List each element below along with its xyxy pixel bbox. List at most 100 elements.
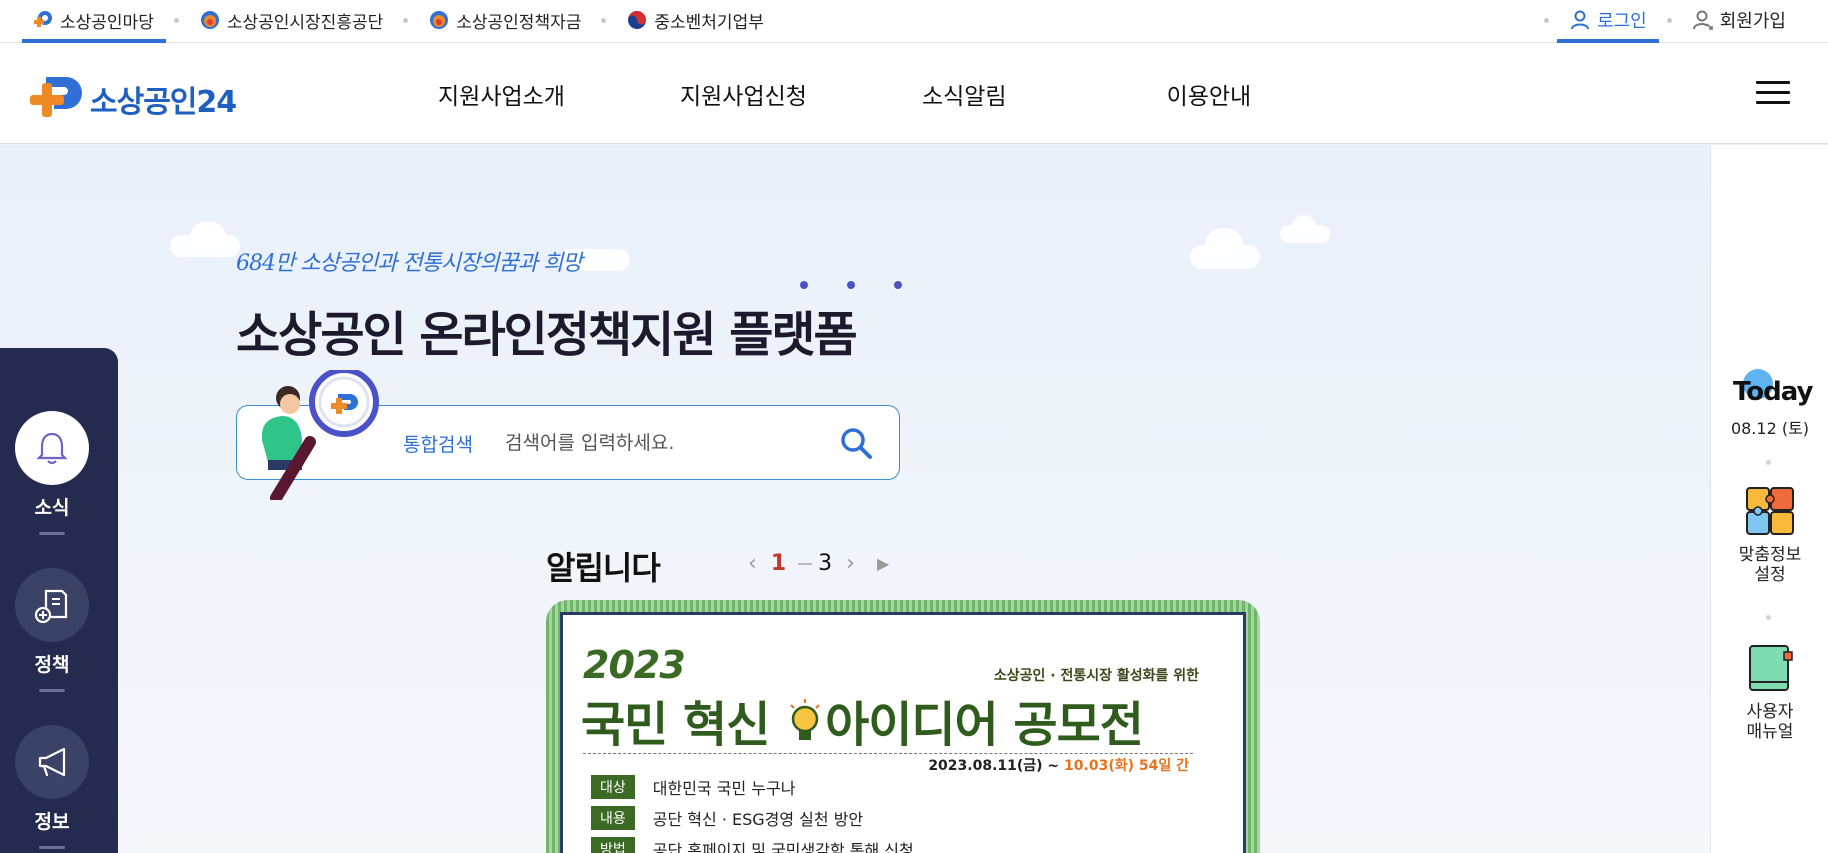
banner-detail-value: 대한민국 국민 누구나 [652,779,796,798]
banner-detail-row: 내용 공단 혁신 · ESG경영 실천 방안 [591,806,914,830]
chevron-right-icon[interactable]: › [846,551,855,576]
separator-dot [1766,460,1771,465]
user-icon [1571,10,1590,30]
right-quick-sidebar: Today 08.12 (토) 맞춤정보 설정 사용자 매뉴얼 [1710,145,1828,853]
label-line: 맞춤정보 [1738,545,1802,565]
korea-emblem-icon [628,11,647,29]
sosang-logo-icon [34,11,52,27]
separator-dot [601,18,607,23]
hero-title-light: 소상공인 [236,307,420,363]
user-manual[interactable]: 사용자 매뉴얼 [1711,642,1828,742]
cloud-decoration [190,221,226,251]
login-label: 로그인 [1597,11,1647,32]
logo-text: 소상공인24 [90,85,237,120]
site-header: 소상공인24 지원사업소개 지원사업신청 소식알림 이용안내 [0,43,1828,144]
link-semas[interactable]: 소상공인시장진흥공단 [187,0,395,40]
quick-divider [39,689,65,692]
semas-logo-icon [200,11,219,29]
nav-news[interactable]: 소식알림 [922,77,1007,111]
custom-info-settings[interactable]: 맞춤정보 설정 [1711,485,1828,585]
link-policy-fund[interactable]: 소상공인정책자금 [416,0,593,40]
banner-detail-value: 공단 혁신 · ESG경영 실천 방안 [652,810,864,829]
semas-logo-icon [430,11,449,29]
today-text: Today [1733,377,1813,407]
banner-title: 국민 혁신 아이디어 공모전 [581,685,1144,755]
banner-detail-list: 대상 대한민국 국민 누구나 내용 공단 혁신 · ESG경영 실천 방안 방법… [591,775,914,853]
hero-title-bold: 온라인정책지원 플랫폼 [419,307,857,363]
puzzle-icon [1746,487,1794,535]
link-label: 소상공인시장진흥공단 [226,12,384,33]
site-logo[interactable]: 소상공인24 [24,73,237,125]
quick-divider [39,846,65,849]
user-manual-label: 사용자 매뉴얼 [1711,702,1828,742]
notice-banner[interactable]: 2023 소상공인 · 전통시장 활성화를 위한 국민 혁신 아이디어 공모전 … [546,600,1260,853]
banner-title-part2: 아이디어 공모전 [825,697,1144,753]
banner-subtitle: 소상공인 · 전통시장 활성화를 위한 [993,668,1199,684]
play-icon[interactable]: ▶ [877,554,889,573]
custom-info-label: 맞춤정보 설정 [1711,545,1828,585]
link-sosang-madang[interactable]: 소상공인마당 [22,0,166,43]
quick-policy-circle [15,568,89,642]
quick-policy[interactable]: 정책 [0,568,104,692]
decorative-dots [800,281,941,289]
separator-dot [1666,18,1672,23]
current-page: 1 [770,551,787,576]
hero-title: 소상공인 온라인정책지원 플랫폼 [236,295,858,365]
quick-news-circle [15,411,89,485]
quick-info[interactable]: 정보 [0,725,104,849]
hero-slogan: 684만 소상공인과 전통시장의꿈과 희망 [236,251,583,276]
banner-detail-row: 방법 공단 홈페이지 및 국민생각함 통해 신청 [591,837,914,853]
banner-date-end: 10.03(화) 54일 간 [1064,758,1189,774]
nav-support-apply[interactable]: 지원사업신청 [680,77,807,111]
separator-dot [173,18,179,23]
quick-info-circle [15,725,89,799]
nav-support-intro[interactable]: 지원사업소개 [438,77,565,111]
label-line: 설정 [1754,565,1786,585]
lightbulb-icon [790,699,820,740]
banner-detail-row: 대상 대한민국 국민 누구나 [591,775,914,799]
left-quick-sidebar: 소식 정책 정보 [0,348,118,853]
signup-link[interactable]: 회원가입 [1680,0,1798,40]
search-category-label[interactable]: 통합검색 [403,430,473,457]
label-line: 사용자 [1746,702,1794,722]
label-line: 매뉴얼 [1746,722,1794,742]
banner-period: 2023.08.11(금) ~ 10.03(화) 54일 간 [928,755,1189,775]
quick-news[interactable]: 소식 [0,411,104,535]
page-divider [798,562,813,565]
quick-info-label: 정보 [34,811,70,833]
utility-bar: 소상공인마당 소상공인시장진흥공단 소상공인정책자금 중소벤처기업부 로그인 회… [0,0,1828,43]
banner-detail-value: 공단 홈페이지 및 국민생각함 통해 신청 [652,841,914,853]
banner-detail-tag: 방법 [591,837,635,853]
banner-date-start: 2023.08.11(금) ~ [928,758,1065,774]
link-mss[interactable]: 중소벤처기업부 [614,0,775,40]
total-pages: 3 [818,551,833,576]
link-label: 소상공인정책자금 [456,12,582,33]
separator-dot [1766,615,1771,620]
quick-divider [39,532,65,535]
banner-divider [583,753,1193,754]
mascot-magnifier-illustration [261,370,379,500]
banner-detail-tag: 대상 [591,775,635,799]
family-site-links: 소상공인마당 소상공인시장진흥공단 소상공인정책자금 중소벤처기업부 [22,0,776,43]
signup-label: 회원가입 [1719,11,1786,32]
chevron-left-icon[interactable]: ‹ [748,551,757,576]
search-icon[interactable] [837,424,875,462]
notice-pager: ‹ 1 3 › ▶ [748,551,889,576]
link-label: 소상공인마당 [60,12,154,33]
manual-book-icon [1749,645,1793,691]
quick-policy-label: 정책 [34,654,70,676]
banner-year: 2023 [583,643,686,687]
link-label: 중소벤처기업부 [654,12,764,33]
hero-section: 684만 소상공인과 전통시장의꿈과 희망 소상공인 온라인정책지원 플랫폼 통… [0,145,1710,853]
nav-guide[interactable]: 이용안내 [1167,77,1252,111]
hamburger-menu-icon[interactable] [1756,81,1790,105]
notice-section-title: 알립니다 [546,549,661,587]
login-link[interactable]: 로그인 [1557,0,1659,43]
separator-dot [403,18,409,23]
search-input[interactable] [505,424,825,462]
quick-news-label: 소식 [34,497,70,519]
megaphone-icon [38,747,66,777]
sosang24-logo-icon [30,77,82,117]
banner-title-part1: 국민 혁신 [581,697,770,753]
today-date: 08.12 (토) [1730,419,1810,438]
